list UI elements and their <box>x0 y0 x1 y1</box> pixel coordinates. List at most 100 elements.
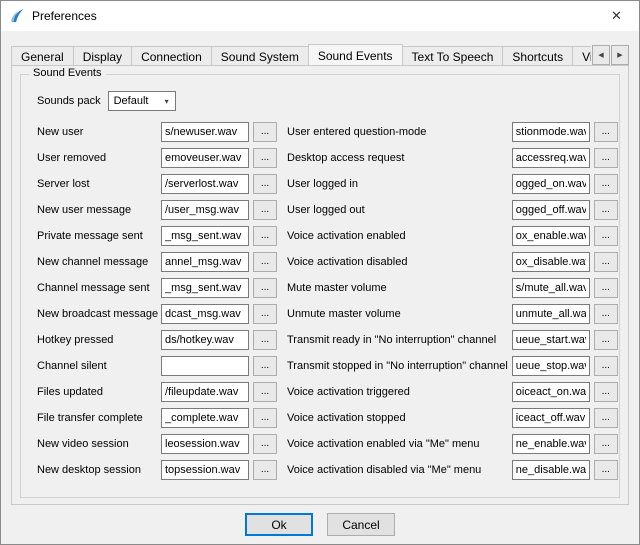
sound-file-input[interactable] <box>512 148 590 168</box>
sound-event-row: New broadcast message... <box>37 301 277 327</box>
sound-file-input[interactable] <box>512 356 590 376</box>
sound-file-input[interactable] <box>512 304 590 324</box>
sound-file-input[interactable] <box>161 226 249 246</box>
sound-file-input[interactable] <box>512 226 590 246</box>
sound-events-column-left: New user...User removed...Server lost...… <box>37 119 277 483</box>
cancel-button[interactable]: Cancel <box>327 513 395 536</box>
sound-file-input[interactable] <box>512 200 590 220</box>
browse-button[interactable]: ... <box>253 122 277 142</box>
sound-file-input[interactable] <box>512 122 590 142</box>
sound-event-label: User logged out <box>287 204 512 216</box>
browse-button[interactable]: ... <box>594 278 618 298</box>
sound-event-label: New broadcast message <box>37 308 161 320</box>
browse-button[interactable]: ... <box>253 174 277 194</box>
browse-button[interactable]: ... <box>594 434 618 454</box>
browse-button[interactable]: ... <box>594 460 618 480</box>
tab-shortcuts[interactable]: Shortcuts <box>502 46 573 65</box>
sound-event-row: User logged in... <box>287 171 618 197</box>
sound-file-input[interactable] <box>161 304 249 324</box>
browse-button[interactable]: ... <box>594 174 618 194</box>
browse-button[interactable]: ... <box>253 356 277 376</box>
sound-file-input[interactable] <box>161 408 249 428</box>
sound-event-label: Mute master volume <box>287 282 512 294</box>
browse-button[interactable]: ... <box>253 330 277 350</box>
app-icon <box>9 8 25 24</box>
sound-file-input[interactable] <box>161 122 249 142</box>
tab-scrollers: ◀ ▶ <box>591 45 629 65</box>
tab-sound-events[interactable]: Sound Events <box>308 44 403 65</box>
tab-connection[interactable]: Connection <box>131 46 212 65</box>
browse-button[interactable]: ... <box>594 356 618 376</box>
browse-button[interactable]: ... <box>594 304 618 324</box>
browse-button[interactable]: ... <box>594 226 618 246</box>
sound-event-label: Files updated <box>37 386 161 398</box>
sound-event-row: New desktop session... <box>37 457 277 483</box>
browse-button[interactable]: ... <box>253 148 277 168</box>
tab-sound-system[interactable]: Sound System <box>211 46 309 65</box>
sound-file-input[interactable] <box>161 174 249 194</box>
sound-file-input[interactable] <box>512 330 590 350</box>
chevron-down-icon: ▾ <box>159 97 175 106</box>
browse-button[interactable]: ... <box>594 408 618 428</box>
sound-event-label: User removed <box>37 152 161 164</box>
sound-file-input[interactable] <box>161 434 249 454</box>
group-title: Sound Events <box>29 67 106 79</box>
browse-button[interactable]: ... <box>594 122 618 142</box>
sound-file-input[interactable] <box>512 174 590 194</box>
sound-event-row: Private message sent... <box>37 223 277 249</box>
browse-button[interactable]: ... <box>253 408 277 428</box>
sound-event-row: User removed... <box>37 145 277 171</box>
tab-general[interactable]: General <box>11 46 74 65</box>
sound-file-input[interactable] <box>161 460 249 480</box>
sound-event-row: Unmute master volume... <box>287 301 618 327</box>
sounds-pack-select[interactable]: Default ▾ <box>108 91 176 111</box>
sound-file-input[interactable] <box>161 200 249 220</box>
browse-button[interactable]: ... <box>253 304 277 324</box>
sound-event-row: Voice activation stopped... <box>287 405 618 431</box>
sound-event-row: New user message... <box>37 197 277 223</box>
browse-button[interactable]: ... <box>594 330 618 350</box>
tab-text-to-speech[interactable]: Text To Speech <box>402 46 504 65</box>
browse-button[interactable]: ... <box>594 252 618 272</box>
sounds-pack-value: Default <box>114 95 149 107</box>
browse-button[interactable]: ... <box>253 252 277 272</box>
sound-file-input[interactable] <box>512 434 590 454</box>
sound-event-label: Channel silent <box>37 360 161 372</box>
sound-events-group: Sound Events Sounds pack Default ▾ New u… <box>20 74 620 498</box>
browse-button[interactable]: ... <box>594 382 618 402</box>
sound-file-input[interactable] <box>512 382 590 402</box>
tab-display[interactable]: Display <box>73 46 132 65</box>
sound-file-input[interactable] <box>161 356 249 376</box>
tab-scroll-right-icon[interactable]: ▶ <box>611 45 629 65</box>
tab-scroll-left-icon[interactable]: ◀ <box>592 45 610 65</box>
sound-file-input[interactable] <box>512 408 590 428</box>
sound-event-row: Server lost... <box>37 171 277 197</box>
tab-video[interactable]: Video <box>572 46 591 65</box>
preferences-dialog: Preferences ✕ GeneralDisplayConnectionSo… <box>0 0 640 545</box>
sound-file-input[interactable] <box>161 382 249 402</box>
sound-file-input[interactable] <box>161 330 249 350</box>
sound-event-label: New user <box>37 126 161 138</box>
sound-events-column-right: User entered question-mode...Desktop acc… <box>287 119 618 483</box>
browse-button[interactable]: ... <box>253 460 277 480</box>
sound-event-row: Voice activation enabled... <box>287 223 618 249</box>
sound-file-input[interactable] <box>161 148 249 168</box>
ok-button[interactable]: Ok <box>245 513 313 536</box>
browse-button[interactable]: ... <box>253 200 277 220</box>
browse-button[interactable]: ... <box>253 434 277 454</box>
browse-button[interactable]: ... <box>253 382 277 402</box>
sound-event-columns: New user...User removed...Server lost...… <box>31 119 609 483</box>
browse-button[interactable]: ... <box>253 226 277 246</box>
close-icon[interactable]: ✕ <box>594 1 639 31</box>
sound-event-row: File transfer complete... <box>37 405 277 431</box>
browse-button[interactable]: ... <box>594 200 618 220</box>
sound-event-label: Desktop access request <box>287 152 512 164</box>
sound-file-input[interactable] <box>512 252 590 272</box>
browse-button[interactable]: ... <box>594 148 618 168</box>
sound-event-row: Channel silent... <box>37 353 277 379</box>
sound-file-input[interactable] <box>512 460 590 480</box>
sound-file-input[interactable] <box>161 252 249 272</box>
browse-button[interactable]: ... <box>253 278 277 298</box>
sound-file-input[interactable] <box>161 278 249 298</box>
sound-file-input[interactable] <box>512 278 590 298</box>
